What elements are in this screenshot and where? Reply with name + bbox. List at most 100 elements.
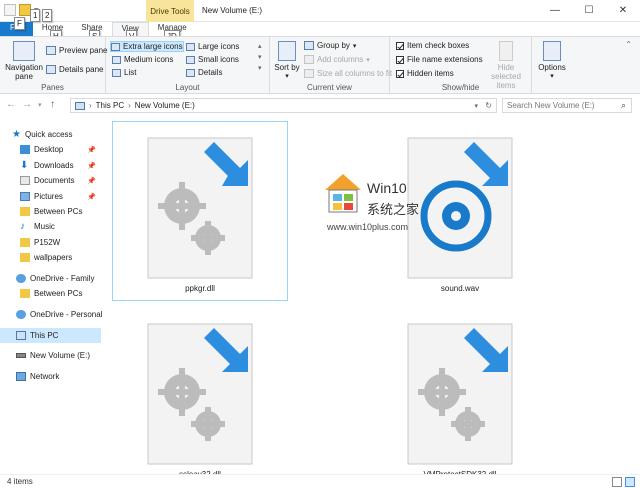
item-count: 4 items bbox=[7, 477, 33, 486]
nav-quick-access[interactable]: ★ Quick access bbox=[0, 127, 101, 142]
music-icon: ♪ bbox=[20, 221, 25, 232]
file-item[interactable]: VMProtectSDK32.dll bbox=[372, 307, 548, 487]
nav-item-downloads[interactable]: ⬇ Downloads 📌 bbox=[0, 158, 101, 173]
nav-network[interactable]: Network bbox=[0, 369, 101, 384]
maximize-button[interactable]: ☐ bbox=[572, 0, 606, 21]
breadcrumb-separator-icon: › bbox=[89, 101, 92, 110]
layout-extra-large-icons[interactable]: Extra large icons bbox=[110, 41, 184, 52]
nav-item-label: Between PCs bbox=[34, 207, 83, 216]
nav-this-pc[interactable]: This PC bbox=[0, 328, 101, 343]
minimize-button[interactable]: — bbox=[538, 0, 572, 21]
breadcrumb-this-pc[interactable]: This PC bbox=[96, 101, 124, 110]
nav-item-desktop[interactable]: Desktop 📌 bbox=[0, 142, 101, 157]
layout-medium-icons[interactable]: Medium icons bbox=[112, 55, 173, 64]
up-arrow-icon[interactable]: ↑ bbox=[50, 99, 55, 110]
search-icon[interactable]: ⌕ bbox=[621, 100, 626, 111]
nav-onedrive-personal[interactable]: OneDrive - Personal bbox=[0, 307, 103, 322]
file-item[interactable]: ssleay32.dll bbox=[112, 307, 288, 487]
file-name-extensions-toggle[interactable]: File name extensions bbox=[396, 55, 483, 64]
nav-item-label: P152W bbox=[34, 238, 61, 247]
nav-onedrive-personal-label: OneDrive - Personal bbox=[30, 310, 103, 319]
keytip-qat1: 1 bbox=[30, 9, 41, 22]
ribbon: Navigation pane Preview pane Details pan… bbox=[0, 36, 640, 94]
options-group: Options ▾ bbox=[532, 37, 572, 94]
details-pane-label: Details pane bbox=[59, 65, 104, 74]
preview-pane-label: Preview pane bbox=[59, 46, 108, 55]
item-check-boxes-toggle[interactable]: Item check boxes bbox=[396, 41, 469, 50]
show-hide-group: Item check boxes File name extensions Hi… bbox=[390, 37, 532, 94]
details-pane-button[interactable]: Details pane bbox=[46, 65, 103, 74]
ribbon-collapse-icon[interactable]: ⌃ bbox=[625, 40, 632, 49]
navigation-pane: ★ Quick access Desktop 📌 ⬇ Downloads 📌 D… bbox=[0, 117, 104, 474]
preview-pane-button[interactable]: Preview pane bbox=[46, 46, 107, 55]
sort-by-label: Sort by bbox=[274, 63, 300, 72]
onedrive-cloud-icon bbox=[16, 310, 26, 319]
dll-file-icon bbox=[407, 323, 513, 465]
refresh-icon[interactable]: ↻ bbox=[485, 101, 492, 110]
nav-network-label: Network bbox=[30, 372, 60, 381]
status-bar: 4 items bbox=[0, 474, 640, 488]
layout-list[interactable]: List bbox=[112, 68, 136, 77]
layout-gallery-scroll[interactable]: ▴ ▾ ▾ bbox=[258, 41, 262, 74]
details-pane-icon bbox=[46, 65, 56, 74]
file-name: sound.wav bbox=[440, 284, 480, 293]
options-button[interactable]: Options ▾ bbox=[536, 41, 568, 81]
panes-group: Navigation pane Preview pane Details pan… bbox=[0, 37, 107, 94]
watermark-subtitle: 系统之家 bbox=[367, 202, 420, 217]
download-arrow-icon: ⬇ bbox=[20, 160, 29, 171]
checkbox-checked-icon bbox=[396, 69, 404, 78]
nav-onedrive-family[interactable]: OneDrive - Family bbox=[0, 271, 101, 286]
pin-icon: 📌 bbox=[87, 177, 96, 185]
nav-item-between-pcs[interactable]: Between PCs bbox=[0, 204, 101, 219]
nav-item-label: Between PCs bbox=[34, 289, 83, 298]
nav-item-label: Music bbox=[34, 222, 55, 231]
nav-family-between-pcs[interactable]: Between PCs bbox=[0, 286, 101, 301]
navigation-pane-button[interactable]: Navigation pane bbox=[4, 41, 44, 81]
address-field[interactable]: › This PC › New Volume (E:) ▾ ↻ bbox=[70, 98, 497, 113]
sort-by-button[interactable]: Sort by ▾ bbox=[274, 41, 300, 81]
address-dropdown-icon[interactable]: ▾ bbox=[474, 102, 478, 110]
show-hide-group-label: Show/hide bbox=[441, 83, 480, 92]
pin-icon: 📌 bbox=[87, 193, 96, 201]
nav-item-pictures[interactable]: Pictures 📌 bbox=[0, 189, 101, 204]
layout-list-label: List bbox=[124, 68, 137, 77]
network-icon bbox=[16, 372, 26, 381]
search-input[interactable] bbox=[507, 101, 615, 110]
group-by-button[interactable]: Group by ▾ bbox=[304, 41, 356, 50]
small-icons-icon bbox=[186, 55, 195, 64]
options-label: Options bbox=[538, 63, 566, 72]
options-icon bbox=[543, 41, 561, 61]
file-item[interactable]: ppkgr.dll bbox=[112, 121, 288, 301]
forward-arrow-icon[interactable]: → bbox=[22, 99, 32, 110]
hidden-items-toggle[interactable]: Hidden items bbox=[396, 69, 454, 78]
nav-item-music[interactable]: ♪ Music bbox=[0, 219, 101, 234]
nav-item-documents[interactable]: Documents 📌 bbox=[0, 173, 101, 188]
nav-item-wallpapers[interactable]: wallpapers bbox=[0, 250, 101, 265]
keytip-file: F bbox=[14, 17, 25, 30]
nav-new-volume[interactable]: New Volume (E:) bbox=[0, 348, 101, 363]
layout-small-icons[interactable]: Small icons bbox=[186, 55, 239, 64]
large-icons-view-icon[interactable] bbox=[625, 477, 635, 487]
keytip-qat2: 2 bbox=[42, 9, 53, 22]
hidden-items-label: Hidden items bbox=[407, 69, 454, 78]
properties-icon[interactable] bbox=[4, 4, 16, 16]
nav-item-p152w[interactable]: P152W bbox=[0, 235, 101, 250]
breadcrumb-new-volume[interactable]: New Volume (E:) bbox=[135, 101, 195, 110]
folder-icon bbox=[20, 238, 30, 247]
layout-large-icons-label: Large icons bbox=[198, 42, 240, 51]
add-columns-button[interactable]: Add columns ▾ bbox=[304, 55, 370, 64]
panes-group-label: Panes bbox=[41, 83, 64, 92]
details-view-icon[interactable] bbox=[612, 477, 622, 487]
size-columns-icon bbox=[304, 69, 314, 78]
search-box[interactable]: ⌕ bbox=[502, 98, 632, 113]
back-arrow-icon[interactable]: ← bbox=[6, 99, 16, 110]
nav-this-pc-label: This PC bbox=[30, 331, 59, 340]
chevron-down-icon: ▾ bbox=[352, 42, 357, 50]
layout-large-icons[interactable]: Large icons bbox=[186, 42, 239, 51]
size-columns-button[interactable]: Size all columns to fit bbox=[304, 69, 392, 78]
this-pc-icon bbox=[16, 331, 26, 340]
watermark-house-logo-icon bbox=[325, 174, 361, 213]
close-button[interactable]: ✕ bbox=[606, 0, 640, 21]
layout-details[interactable]: Details bbox=[186, 68, 222, 77]
recent-locations-chevron-icon[interactable]: ▾ bbox=[38, 101, 42, 109]
